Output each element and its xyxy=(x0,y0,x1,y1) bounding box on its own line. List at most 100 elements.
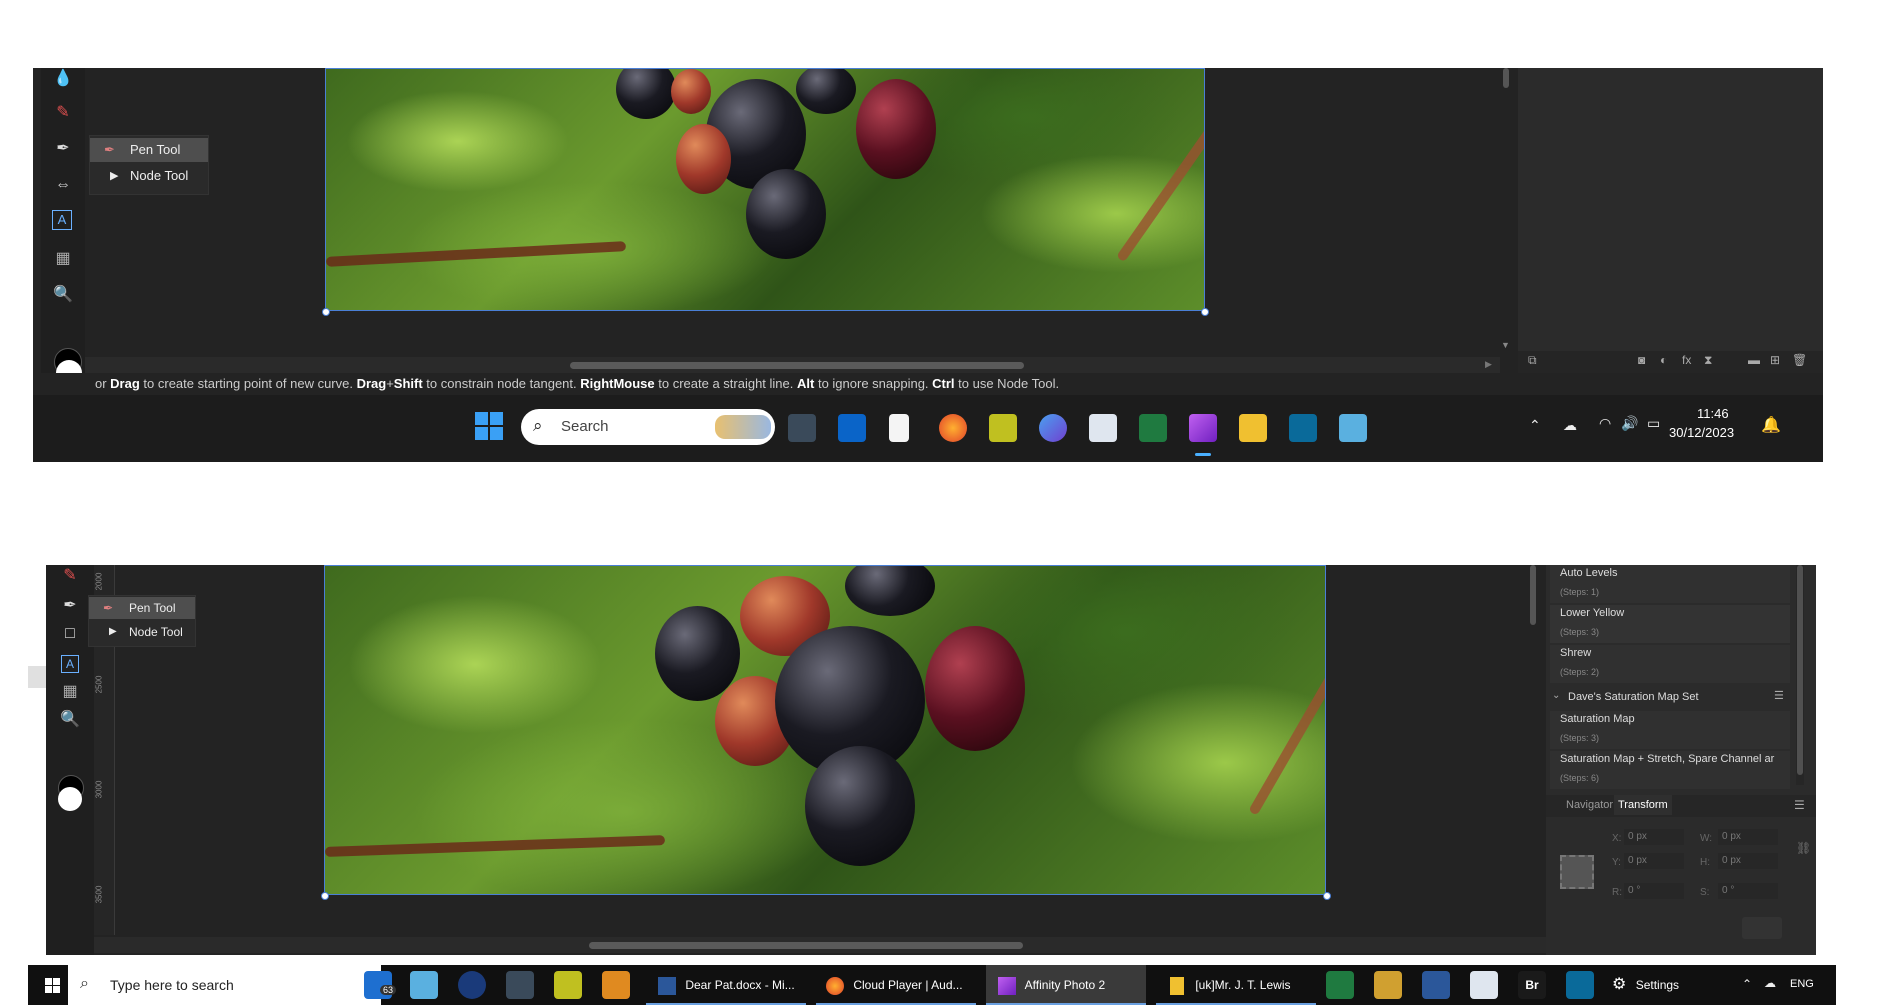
task-cloud-player[interactable]: Cloud Player | Aud... xyxy=(816,965,976,1005)
mesh-tool-icon[interactable]: ▦ xyxy=(59,681,81,703)
translator-icon[interactable] xyxy=(1089,414,1117,442)
move-tool-icon[interactable]: ⇔ xyxy=(52,174,74,196)
history-item[interactable]: Auto Levels (Steps: 1) xyxy=(1550,565,1790,603)
file-explorer-icon[interactable] xyxy=(1239,414,1267,442)
scroll-right-icon[interactable]: ▶ xyxy=(1485,359,1492,370)
translator-icon[interactable] xyxy=(1470,971,1498,999)
media-player-icon[interactable] xyxy=(602,971,630,999)
flyout-node-tool[interactable]: ▶ Node Tool xyxy=(89,621,195,643)
search-box[interactable]: ⌕ Search xyxy=(521,409,775,445)
onedrive-icon[interactable]: ☁ xyxy=(1563,417,1577,434)
fontforge-icon[interactable] xyxy=(989,414,1017,442)
macro-item[interactable]: Saturation Map (Steps: 3) xyxy=(1550,711,1790,749)
language-indicator[interactable]: ENG xyxy=(1790,978,1814,990)
flyout-pen-tool[interactable]: ✒ Pen Tool xyxy=(90,138,208,162)
fx-icon[interactable]: fx xyxy=(1682,353,1691,367)
clock-date[interactable]: 30/12/2023 xyxy=(1669,425,1734,440)
selection-handle[interactable] xyxy=(1323,892,1331,900)
pen-tool-icon[interactable]: ✒ xyxy=(52,138,74,160)
task-word-doc[interactable]: Dear Pat.docx - Mi... xyxy=(646,965,806,1005)
task-lewis[interactable]: [uk]Mr. J. T. Lewis xyxy=(1156,965,1316,1005)
vertical-scrollbar[interactable] xyxy=(1526,565,1540,935)
horizontal-scrollbar[interactable] xyxy=(94,937,1574,953)
h-field[interactable]: 0 px xyxy=(1718,853,1778,869)
transform-options-button[interactable] xyxy=(1742,917,1782,939)
show-hidden-icons[interactable]: ⌃ xyxy=(1742,977,1752,991)
search-box[interactable]: ⌕ Type here to search xyxy=(68,965,381,1005)
selection-handle[interactable] xyxy=(321,892,329,900)
panel-scrollbar[interactable] xyxy=(1796,565,1804,785)
browser-icon[interactable] xyxy=(458,971,486,999)
selection-handle[interactable] xyxy=(1201,308,1209,316)
task-settings[interactable]: ⚙ Settings xyxy=(1612,965,1732,1005)
pen-tool-icon[interactable]: ✒ xyxy=(59,595,81,617)
delete-layer-icon[interactable]: 🗑 xyxy=(1792,353,1807,367)
outlook-icon[interactable] xyxy=(838,414,866,442)
panel-menu-icon[interactable]: ☰ xyxy=(1794,798,1805,812)
selection-handle[interactable] xyxy=(322,308,330,316)
mask-icon[interactable]: ◙ xyxy=(1638,353,1645,367)
word-icon[interactable] xyxy=(1422,971,1450,999)
video-app-icon[interactable] xyxy=(1039,414,1067,442)
zoom-tool-icon[interactable]: 🔍 xyxy=(52,284,74,306)
horizontal-scrollbar[interactable]: ▶ xyxy=(85,357,1500,373)
brush-tool-icon[interactable]: ✎ xyxy=(59,565,81,587)
mesh-tool-icon[interactable]: ▦ xyxy=(52,248,74,270)
flyout-pen-tool[interactable]: ✒ Pen Tool xyxy=(89,597,195,619)
snipping-tool-icon[interactable] xyxy=(410,971,438,999)
onedrive-icon[interactable]: ☁ xyxy=(1764,976,1776,990)
layer-options-icon[interactable]: ⧉ xyxy=(1528,353,1537,368)
r-field[interactable]: 0 ° xyxy=(1624,883,1684,899)
start-button[interactable] xyxy=(475,412,503,440)
group-icon[interactable]: ▬ xyxy=(1748,353,1760,367)
macro-group-header[interactable]: ⌄ Dave's Saturation Map Set ☰ xyxy=(1550,687,1790,709)
w-field[interactable]: 0 px xyxy=(1718,829,1778,845)
group-menu-icon[interactable]: ☰ xyxy=(1774,689,1784,702)
layers-app-icon[interactable] xyxy=(1374,971,1402,999)
x-field[interactable]: 0 px xyxy=(1624,829,1684,845)
battery-icon[interactable]: ▭ xyxy=(1647,415,1660,432)
audio-app-icon[interactable] xyxy=(788,414,816,442)
notification-bell-icon[interactable]: 🔔 xyxy=(1761,415,1781,435)
hourglass-icon[interactable]: ⧗ xyxy=(1704,353,1712,368)
affinity-photo-icon[interactable] xyxy=(1189,414,1217,442)
bridge-icon[interactable]: Br xyxy=(1518,971,1546,999)
anchor-selector[interactable] xyxy=(1560,855,1594,889)
adjustment-icon[interactable]: ◐ xyxy=(1660,353,1667,367)
excel-icon[interactable] xyxy=(1326,971,1354,999)
text-tool-icon[interactable]: A xyxy=(61,655,79,673)
vertical-scrollbar[interactable]: ▼ xyxy=(1500,68,1512,358)
audio-app-icon[interactable] xyxy=(506,971,534,999)
tab-transform[interactable]: Transform xyxy=(1614,795,1672,815)
s-field[interactable]: 0 ° xyxy=(1718,883,1778,899)
zoom-tool-icon[interactable]: 🔍 xyxy=(59,709,81,731)
notepad-icon[interactable] xyxy=(889,414,909,442)
clock-time[interactable]: 11:46 xyxy=(1697,406,1729,421)
macro-item[interactable]: Saturation Map + Stretch, Spare Channel … xyxy=(1550,751,1790,789)
color-swatch-white[interactable] xyxy=(58,787,82,811)
history-item[interactable]: Lower Yellow (Steps: 3) xyxy=(1550,605,1790,643)
panel-app-icon[interactable] xyxy=(1289,414,1317,442)
lock-aspect-icon[interactable]: ⛓ xyxy=(1796,841,1811,855)
task-affinity-photo[interactable]: Affinity Photo 2 xyxy=(986,965,1146,1005)
tab-navigator[interactable]: Navigator xyxy=(1566,799,1613,811)
volume-icon[interactable]: 🔊 xyxy=(1621,415,1638,432)
add-layer-icon[interactable]: ⊞ xyxy=(1770,353,1780,367)
show-hidden-icons[interactable]: ⌃ xyxy=(1529,417,1541,434)
y-field[interactable]: 0 px xyxy=(1624,853,1684,869)
excel-icon[interactable] xyxy=(1139,414,1167,442)
fill-tool-icon[interactable]: 💧 xyxy=(52,68,74,90)
scroll-down-icon[interactable]: ▼ xyxy=(1501,340,1510,350)
brush-tool-icon[interactable]: ✎ xyxy=(52,102,74,124)
snipping-tool-icon[interactable] xyxy=(1339,414,1367,442)
wifi-icon[interactable]: ◠ xyxy=(1599,415,1611,432)
history-item[interactable]: Shrew (Steps: 2) xyxy=(1550,645,1790,683)
firefox-icon[interactable] xyxy=(939,414,967,442)
panel-app-icon[interactable] xyxy=(1566,971,1594,999)
fontforge-icon[interactable] xyxy=(554,971,582,999)
text-tool-icon[interactable]: A xyxy=(52,210,72,230)
canvas-image[interactable] xyxy=(324,565,1326,895)
flyout-node-tool[interactable]: ▶ Node Tool xyxy=(90,164,208,188)
rectangle-tool-icon[interactable]: □ xyxy=(59,623,81,645)
canvas-image[interactable] xyxy=(325,68,1205,311)
